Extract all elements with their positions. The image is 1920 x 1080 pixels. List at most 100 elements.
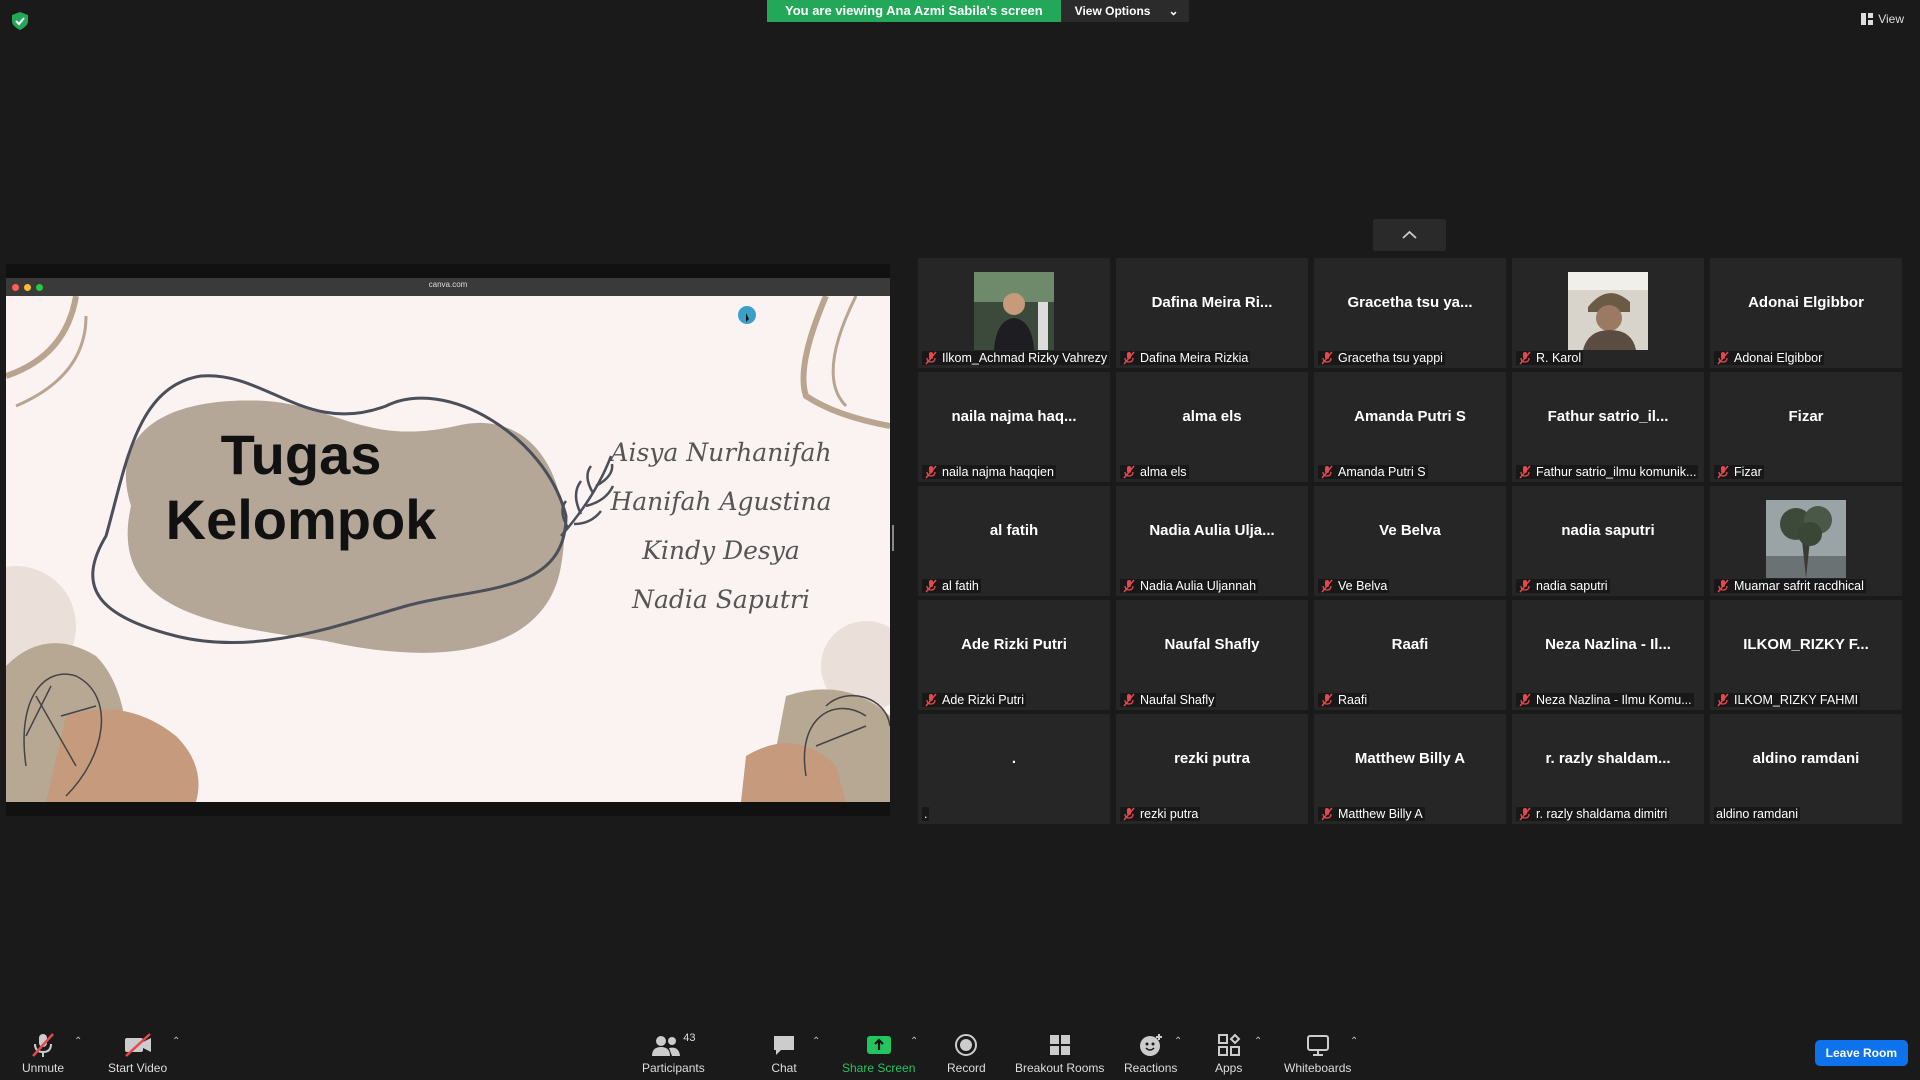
participant-name: R. Karol [1536,351,1582,365]
participant-name: ILKOM_RIZKY FAHMI [1734,693,1859,707]
shared-screen[interactable]: canva.com Tugas Kelompok Aisya Nurhanifa… [6,264,890,816]
participant-tile[interactable]: Amanda Putri S Amanda Putri S [1314,372,1506,482]
participant-tile[interactable]: rezki putra rezki putra [1116,714,1308,824]
participant-name: Adonai Elgibbor [1734,351,1823,365]
reactions-smiley-icon [1139,1034,1162,1056]
participant-name-tag: Fathur satrio_ilmu komunik... [1516,465,1699,479]
participant-name: Neza Nazlina - Ilmu Komu... [1536,693,1692,707]
breakout-rooms-icon [1049,1035,1070,1055]
participant-name: Matthew Billy A [1338,807,1423,821]
participant-tile[interactable]: Muamar safrit racdhical [1710,486,1902,596]
meeting-toolbar: Unmute ⌃ Start Video ⌃ 43 Participants C… [0,1016,1920,1080]
participant-name: Fathur satrio_ilmu komunik... [1536,465,1697,479]
participant-tile[interactable]: alma els alma els [1116,372,1308,482]
participant-display-name: Gracetha tsu ya... [1347,294,1473,311]
participant-tile[interactable]: Gracetha tsu ya... Gracetha tsu yappi [1314,258,1506,368]
participant-display-name: Adonai Elgibbor [1748,294,1864,311]
participant-display-name: Fizar [1788,408,1824,425]
microphone-muted-icon [1519,579,1531,593]
participant-tile[interactable]: Raafi Raafi [1314,600,1506,710]
participant-display-name: alma els [1182,408,1242,425]
participant-display-name: Dafina Meira Ri... [1151,294,1273,311]
apps-icon [1217,1033,1241,1056]
record-button[interactable]: Record [947,1032,986,1075]
participant-tile[interactable]: Neza Nazlina - Il... Neza Nazlina - Ilmu … [1512,600,1704,710]
participant-tile[interactable]: Ade Rizki Putri Ade Rizki Putri [918,600,1110,710]
participant-name: Ade Rizki Putri [942,693,1024,707]
participant-tile[interactable]: al fatih al fatih [918,486,1110,596]
split-view-divider[interactable] [892,525,894,551]
participant-name: al fatih [942,579,979,593]
participant-tile[interactable]: Ve Belva Ve Belva [1314,486,1506,596]
participant-name: Ve Belva [1338,579,1388,593]
participant-tile[interactable]: r. razly shaldam... r. razly shaldama dim… [1512,714,1704,824]
participant-name-tag: alma els [1120,465,1189,479]
breakout-rooms-button[interactable]: Breakout Rooms [1015,1032,1104,1075]
viewing-screen-label: You are viewing Ana Azmi Sabila's screen [767,0,1061,22]
slide-title-line1: Tugas [220,423,382,486]
participant-display-name: Ve Belva [1379,522,1441,539]
whiteboard-icon [1306,1035,1329,1056]
participant-name: nadia saputri [1536,579,1608,593]
share-screen-button[interactable]: Share Screen [842,1032,915,1075]
microphone-muted-icon [1321,693,1333,707]
participant-tile[interactable]: naila najma haq... naila najma haqqien [918,372,1110,482]
participant-name-tag: nadia saputri [1516,579,1610,593]
unmute-label: Unmute [22,1061,65,1075]
chat-options-caret-icon[interactable]: ⌃ [812,1036,820,1047]
leave-room-button[interactable]: Leave Room [1814,1040,1908,1066]
whiteboards-button[interactable]: Whiteboards [1284,1032,1351,1075]
security-shield-icon[interactable] [12,12,28,30]
participant-tile[interactable]: Ilkom_Achmad Rizky Vahrezy [918,258,1110,368]
participant-name: Ilkom_Achmad Rizky Vahrezy [942,351,1108,365]
participant-tile[interactable]: R. Karol [1512,258,1704,368]
participant-display-name: nadia saputri [1561,522,1655,539]
slide-title-line2: Kelompok [165,488,437,551]
audio-options-caret-icon[interactable]: ⌃ [74,1036,82,1047]
participant-tile[interactable]: Dafina Meira Ri... Dafina Meira Rizkia [1116,258,1308,368]
record-icon [955,1034,978,1056]
participant-tile[interactable]: Fathur satrio_il... Fathur satrio_ilmu ko… [1512,372,1704,482]
participant-name: rezki putra [1140,807,1199,821]
reactions-label: Reactions [1124,1061,1178,1075]
participant-tile[interactable]: .. [918,714,1110,824]
participant-tile[interactable]: Fizar Fizar [1710,372,1902,482]
participant-tile[interactable]: nadia saputri nadia saputri [1512,486,1704,596]
view-options-button[interactable]: View Options ⌄ [1060,0,1189,22]
reactions-button[interactable]: Reactions [1124,1032,1177,1075]
participants-button[interactable]: 43 Participants [642,1032,705,1075]
participant-tile[interactable]: Matthew Billy A Matthew Billy A [1314,714,1506,824]
chevron-down-icon: ⌄ [1168,4,1179,18]
participant-name-tag: . [922,807,930,821]
chat-label: Chat [771,1061,797,1075]
start-video-button[interactable]: Start Video [108,1032,167,1075]
participant-tile[interactable]: ILKOM_RIZKY F... ILKOM_RIZKY FAHMI [1710,600,1902,710]
whiteboards-options-caret-icon[interactable]: ⌃ [1350,1036,1358,1047]
chat-button[interactable]: Chat [771,1032,797,1075]
participant-video [974,272,1054,350]
unmute-button[interactable]: Unmute [22,1032,64,1075]
participant-name-tag: al fatih [922,579,981,593]
participant-name-tag: Ilkom_Achmad Rizky Vahrezy [922,351,1110,365]
participant-display-name: al fatih [989,522,1039,539]
browser-toolbar: canva.com [6,278,890,296]
collapse-gallery-button[interactable] [1373,219,1446,251]
slide-member-name: Hanifah Agustina [610,487,832,516]
apps-button[interactable]: Apps [1215,1032,1242,1075]
video-options-caret-icon[interactable]: ⌃ [172,1036,180,1047]
participant-tile[interactable]: Nadia Aulia Ulja... Nadia Aulia Uljannah [1116,486,1308,596]
apps-options-caret-icon[interactable]: ⌃ [1254,1036,1262,1047]
microphone-muted-icon [1123,807,1135,821]
microphone-muted-icon [1321,807,1333,821]
share-screen-label: Share Screen [842,1061,916,1075]
share-options-caret-icon[interactable]: ⌃ [910,1036,918,1047]
participant-tile[interactable]: Adonai Elgibbor Adonai Elgibbor [1710,258,1902,368]
view-button[interactable]: View [1861,12,1904,26]
microphone-muted-icon [925,351,937,365]
participant-tile[interactable]: Naufal Shafly Naufal Shafly [1116,600,1308,710]
participant-name: Naufal Shafly [1140,693,1215,707]
participant-name-tag: Amanda Putri S [1318,465,1428,479]
participant-tile[interactable]: aldino ramdani aldino ramdani [1710,714,1902,824]
participant-display-name: ILKOM_RIZKY F... [1743,636,1869,653]
reactions-options-caret-icon[interactable]: ⌃ [1174,1036,1182,1047]
